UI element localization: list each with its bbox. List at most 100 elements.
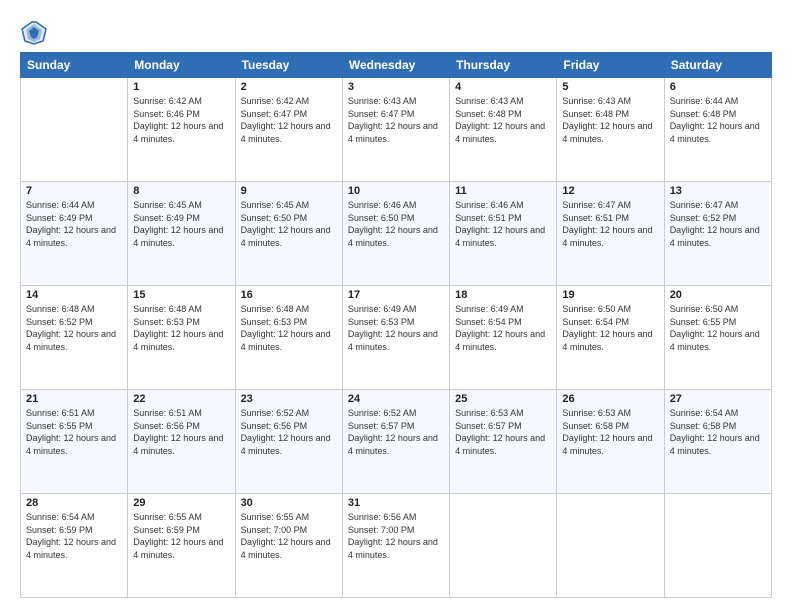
calendar-cell: 20 Sunrise: 6:50 AM Sunset: 6:55 PM Dayli… xyxy=(664,286,771,390)
calendar-cell: 31 Sunrise: 6:56 AM Sunset: 7:00 PM Dayli… xyxy=(342,494,449,598)
calendar-cell: 5 Sunrise: 6:43 AM Sunset: 6:48 PM Daylig… xyxy=(557,78,664,182)
calendar-cell: 19Sunrise: 6:50 AM Sunset: 6:54 PM Dayli… xyxy=(557,286,664,390)
day-info: Sunrise: 6:48 AM Sunset: 6:53 PM Dayligh… xyxy=(133,303,229,353)
calendar-cell: 3 Sunrise: 6:43 AM Sunset: 6:47 PM Daylig… xyxy=(342,78,449,182)
day-info: Sunrise: 6:47 AM Sunset: 6:52 PM Dayligh… xyxy=(670,199,766,249)
day-info: Sunrise: 6:42 AM Sunset: 6:47 PM Dayligh… xyxy=(241,95,337,145)
calendar-cell: 29 Sunrise: 6:55 AM Sunset: 6:59 PM Dayli… xyxy=(128,494,235,598)
calendar-cell: 10 Sunrise: 6:46 AM Sunset: 6:50 PM Dayli… xyxy=(342,182,449,286)
day-number: 26 xyxy=(562,393,658,405)
day-info: Sunrise: 6:48 AM Sunset: 6:52 PM Dayligh… xyxy=(26,303,122,353)
day-info: Sunrise: 6:53 AM Sunset: 6:57 PM Dayligh… xyxy=(455,407,551,457)
calendar-cell: 23 Sunrise: 6:52 AM Sunset: 6:56 PM Dayli… xyxy=(235,390,342,494)
day-number: 11 xyxy=(455,185,551,197)
day-number: 15 xyxy=(133,289,229,301)
day-info: Sunrise: 6:44 AM Sunset: 6:49 PM Dayligh… xyxy=(26,199,122,249)
calendar-cell: 11 Sunrise: 6:46 AM Sunset: 6:51 PM Dayli… xyxy=(450,182,557,286)
day-info: Sunrise: 6:46 AM Sunset: 6:50 PM Dayligh… xyxy=(348,199,444,249)
day-info: Sunrise: 6:46 AM Sunset: 6:51 PM Dayligh… xyxy=(455,199,551,249)
day-info: Sunrise: 6:43 AM Sunset: 6:48 PM Dayligh… xyxy=(562,95,658,145)
weekday-header-wednesday: Wednesday xyxy=(342,53,449,78)
day-info: Sunrise: 6:55 AM Sunset: 7:00 PM Dayligh… xyxy=(241,511,337,561)
calendar-cell: 4 Sunrise: 6:43 AM Sunset: 6:48 PM Daylig… xyxy=(450,78,557,182)
weekday-header-tuesday: Tuesday xyxy=(235,53,342,78)
calendar-cell: 7 Sunrise: 6:44 AM Sunset: 6:49 PM Daylig… xyxy=(21,182,128,286)
day-number: 31 xyxy=(348,497,444,509)
day-number: 19 xyxy=(562,289,658,301)
calendar-cell: 14 Sunrise: 6:48 AM Sunset: 6:52 PM Dayli… xyxy=(21,286,128,390)
day-info: Sunrise: 6:54 AM Sunset: 6:59 PM Dayligh… xyxy=(26,511,122,561)
day-info: Sunrise: 6:55 AM Sunset: 6:59 PM Dayligh… xyxy=(133,511,229,561)
day-number: 7 xyxy=(26,185,122,197)
day-info: Sunrise: 6:52 AM Sunset: 6:56 PM Dayligh… xyxy=(241,407,337,457)
calendar-cell: 16Sunrise: 6:48 AM Sunset: 6:53 PM Dayli… xyxy=(235,286,342,390)
day-number: 1 xyxy=(133,81,229,93)
calendar-cell: 2 Sunrise: 6:42 AM Sunset: 6:47 PM Daylig… xyxy=(235,78,342,182)
logo xyxy=(20,18,52,46)
day-info: Sunrise: 6:54 AM Sunset: 6:58 PM Dayligh… xyxy=(670,407,766,457)
day-number: 23 xyxy=(241,393,337,405)
calendar-week-row: 28 Sunrise: 6:54 AM Sunset: 6:59 PM Dayli… xyxy=(21,494,772,598)
day-info: Sunrise: 6:51 AM Sunset: 6:56 PM Dayligh… xyxy=(133,407,229,457)
calendar-cell xyxy=(557,494,664,598)
calendar-cell: 9Sunrise: 6:45 AM Sunset: 6:50 PM Daylig… xyxy=(235,182,342,286)
day-info: Sunrise: 6:52 AM Sunset: 6:57 PM Dayligh… xyxy=(348,407,444,457)
day-number: 17 xyxy=(348,289,444,301)
calendar-body: 1Sunrise: 6:42 AM Sunset: 6:46 PM Daylig… xyxy=(21,78,772,598)
day-number: 6 xyxy=(670,81,766,93)
day-number: 21 xyxy=(26,393,122,405)
day-info: Sunrise: 6:51 AM Sunset: 6:55 PM Dayligh… xyxy=(26,407,122,457)
calendar-cell: 26 Sunrise: 6:53 AM Sunset: 6:58 PM Dayli… xyxy=(557,390,664,494)
day-number: 14 xyxy=(26,289,122,301)
calendar-week-row: 21 Sunrise: 6:51 AM Sunset: 6:55 PM Dayli… xyxy=(21,390,772,494)
calendar-cell xyxy=(450,494,557,598)
page: SundayMondayTuesdayWednesdayThursdayFrid… xyxy=(0,0,792,612)
day-info: Sunrise: 6:43 AM Sunset: 6:47 PM Dayligh… xyxy=(348,95,444,145)
day-number: 5 xyxy=(562,81,658,93)
calendar-cell: 12Sunrise: 6:47 AM Sunset: 6:51 PM Dayli… xyxy=(557,182,664,286)
day-number: 2 xyxy=(241,81,337,93)
calendar-table: SundayMondayTuesdayWednesdayThursdayFrid… xyxy=(20,52,772,598)
day-number: 29 xyxy=(133,497,229,509)
day-number: 27 xyxy=(670,393,766,405)
weekday-header-row: SundayMondayTuesdayWednesdayThursdayFrid… xyxy=(21,53,772,78)
day-info: Sunrise: 6:45 AM Sunset: 6:50 PM Dayligh… xyxy=(241,199,337,249)
calendar-cell: 8Sunrise: 6:45 AM Sunset: 6:49 PM Daylig… xyxy=(128,182,235,286)
weekday-header-friday: Friday xyxy=(557,53,664,78)
day-number: 18 xyxy=(455,289,551,301)
calendar-week-row: 1Sunrise: 6:42 AM Sunset: 6:46 PM Daylig… xyxy=(21,78,772,182)
day-info: Sunrise: 6:50 AM Sunset: 6:55 PM Dayligh… xyxy=(670,303,766,353)
day-info: Sunrise: 6:49 AM Sunset: 6:54 PM Dayligh… xyxy=(455,303,551,353)
day-number: 13 xyxy=(670,185,766,197)
calendar-cell: 1Sunrise: 6:42 AM Sunset: 6:46 PM Daylig… xyxy=(128,78,235,182)
calendar-cell: 22 Sunrise: 6:51 AM Sunset: 6:56 PM Dayli… xyxy=(128,390,235,494)
day-number: 20 xyxy=(670,289,766,301)
day-number: 28 xyxy=(26,497,122,509)
calendar-week-row: 14 Sunrise: 6:48 AM Sunset: 6:52 PM Dayli… xyxy=(21,286,772,390)
calendar-cell: 24 Sunrise: 6:52 AM Sunset: 6:57 PM Dayli… xyxy=(342,390,449,494)
day-info: Sunrise: 6:48 AM Sunset: 6:53 PM Dayligh… xyxy=(241,303,337,353)
calendar-cell: 27 Sunrise: 6:54 AM Sunset: 6:58 PM Dayli… xyxy=(664,390,771,494)
calendar-cell: 15 Sunrise: 6:48 AM Sunset: 6:53 PM Dayli… xyxy=(128,286,235,390)
day-number: 25 xyxy=(455,393,551,405)
calendar-cell: 28 Sunrise: 6:54 AM Sunset: 6:59 PM Dayli… xyxy=(21,494,128,598)
day-number: 24 xyxy=(348,393,444,405)
calendar-cell: 18 Sunrise: 6:49 AM Sunset: 6:54 PM Dayli… xyxy=(450,286,557,390)
calendar-cell xyxy=(21,78,128,182)
day-number: 3 xyxy=(348,81,444,93)
day-info: Sunrise: 6:53 AM Sunset: 6:58 PM Dayligh… xyxy=(562,407,658,457)
day-number: 8 xyxy=(133,185,229,197)
day-number: 10 xyxy=(348,185,444,197)
calendar-cell: 17Sunrise: 6:49 AM Sunset: 6:53 PM Dayli… xyxy=(342,286,449,390)
calendar-cell: 30 Sunrise: 6:55 AM Sunset: 7:00 PM Dayli… xyxy=(235,494,342,598)
calendar-cell: 21 Sunrise: 6:51 AM Sunset: 6:55 PM Dayli… xyxy=(21,390,128,494)
calendar-cell: 13 Sunrise: 6:47 AM Sunset: 6:52 PM Dayli… xyxy=(664,182,771,286)
day-number: 4 xyxy=(455,81,551,93)
calendar-week-row: 7 Sunrise: 6:44 AM Sunset: 6:49 PM Daylig… xyxy=(21,182,772,286)
day-info: Sunrise: 6:56 AM Sunset: 7:00 PM Dayligh… xyxy=(348,511,444,561)
weekday-header-sunday: Sunday xyxy=(21,53,128,78)
day-info: Sunrise: 6:43 AM Sunset: 6:48 PM Dayligh… xyxy=(455,95,551,145)
day-number: 22 xyxy=(133,393,229,405)
day-number: 30 xyxy=(241,497,337,509)
day-info: Sunrise: 6:47 AM Sunset: 6:51 PM Dayligh… xyxy=(562,199,658,249)
